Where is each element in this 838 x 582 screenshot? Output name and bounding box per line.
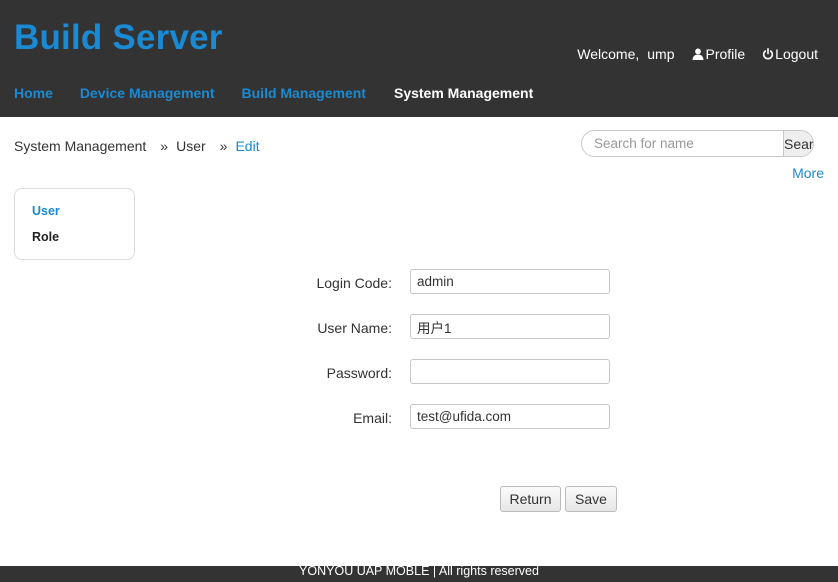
breadcrumb-edit: Edit bbox=[235, 138, 260, 154]
main-nav: Home Device Management Build Management … bbox=[14, 85, 560, 101]
nav-item-system-management[interactable]: System Management bbox=[394, 85, 533, 101]
top-header: Build Server Welcome, ump Profile Logout… bbox=[0, 0, 838, 117]
email-field[interactable] bbox=[410, 404, 610, 429]
nav-item-home[interactable]: Home bbox=[14, 85, 53, 101]
footer: YONYOU UAP MOBLE | All rights reserved bbox=[0, 565, 838, 582]
login-code-label: Login Code: bbox=[316, 275, 392, 291]
password-label: Password: bbox=[326, 365, 392, 381]
password-field[interactable] bbox=[410, 359, 610, 384]
user-area: Welcome, ump Profile Logout bbox=[577, 46, 818, 62]
sidebar-item-user[interactable]: User bbox=[32, 204, 60, 218]
search-input[interactable] bbox=[582, 131, 783, 156]
save-button[interactable]: Save bbox=[565, 486, 617, 512]
nav-item-build-management[interactable]: Build Management bbox=[242, 85, 366, 101]
email-label: Email: bbox=[353, 410, 392, 426]
user-icon bbox=[692, 48, 704, 60]
search-button[interactable]: Search bbox=[783, 131, 813, 156]
login-code-field[interactable] bbox=[410, 269, 610, 294]
breadcrumb-separator: » bbox=[160, 138, 169, 154]
breadcrumb-user[interactable]: User bbox=[176, 138, 206, 154]
profile-link[interactable]: Profile bbox=[692, 46, 745, 62]
user-name-label: User Name: bbox=[317, 320, 392, 336]
sidebar: User Role bbox=[14, 188, 135, 260]
breadcrumb: System Management » User » Edit bbox=[14, 138, 260, 154]
return-button[interactable]: Return bbox=[500, 486, 561, 512]
more-link[interactable]: More bbox=[792, 165, 824, 181]
email-row: Email: bbox=[0, 404, 838, 432]
login-code-row: Login Code: bbox=[0, 269, 838, 297]
user-name-field[interactable] bbox=[410, 314, 610, 339]
breadcrumb-system-management[interactable]: System Management bbox=[14, 138, 146, 154]
search-box: Search bbox=[581, 130, 814, 157]
power-icon bbox=[763, 48, 774, 60]
profile-label: Profile bbox=[705, 46, 746, 62]
sidebar-item-role[interactable]: Role bbox=[32, 230, 59, 244]
app-title: Build Server bbox=[14, 18, 223, 57]
password-row: Password: bbox=[0, 359, 838, 387]
logout-link[interactable]: Logout bbox=[762, 46, 818, 62]
user-name-row: User Name: bbox=[0, 314, 838, 342]
username-text: ump bbox=[647, 46, 675, 62]
welcome-text: Welcome, bbox=[577, 46, 640, 62]
logout-label: Logout bbox=[775, 46, 818, 62]
breadcrumb-separator: » bbox=[219, 138, 228, 154]
nav-item-device-management[interactable]: Device Management bbox=[80, 85, 215, 101]
